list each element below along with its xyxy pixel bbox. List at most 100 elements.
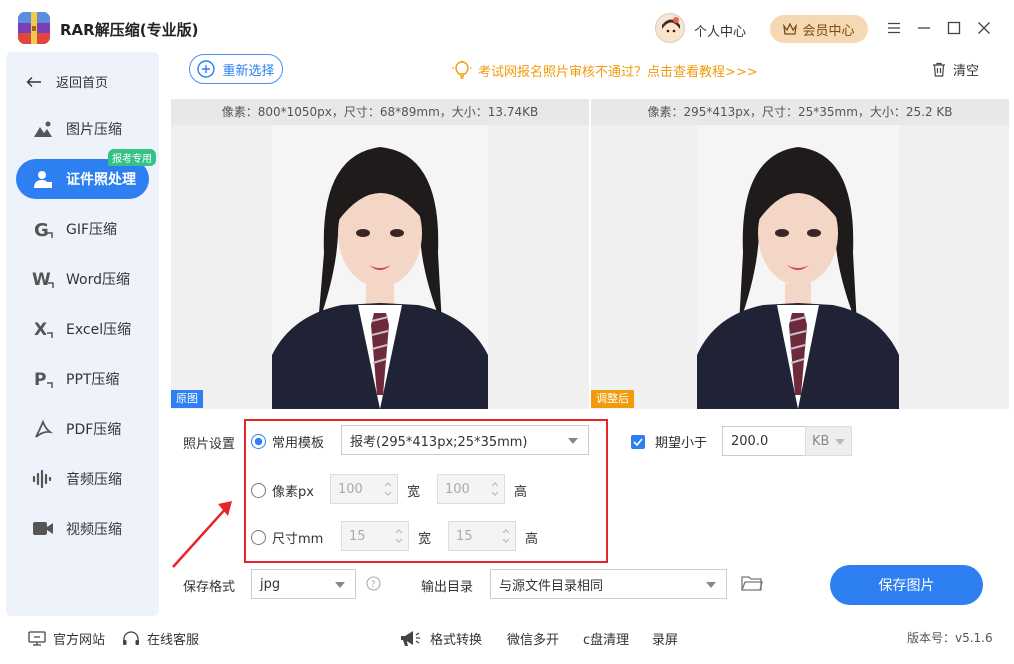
svg-text:G: G xyxy=(34,220,49,239)
sidebar-item-label: 图片压缩 xyxy=(66,122,122,138)
sidebar-item-label: 证件照处理 xyxy=(66,172,136,188)
size-height-value: 15 xyxy=(456,528,473,544)
user-center-link[interactable]: 个人中心 xyxy=(694,21,746,40)
output-dir-value: 与源文件目录相同 xyxy=(499,578,604,594)
sidebar-item-pdf-compress[interactable]: PDF压缩 xyxy=(16,409,149,449)
wechat-multi-link[interactable]: 微信多开 xyxy=(507,629,559,648)
title-bar: RAR解压缩(专业版) 个人中心 会员中心 xyxy=(0,0,1014,56)
save-format-select[interactable]: jpg xyxy=(251,569,356,599)
output-dir-select[interactable]: 与源文件目录相同 xyxy=(490,569,727,599)
size-width-value: 15 xyxy=(349,528,366,544)
stepper-arrows-icon xyxy=(384,482,392,496)
sidebar-item-label: PPT压缩 xyxy=(66,372,120,388)
vip-center-label: 会员中心 xyxy=(802,23,855,39)
pixel-radio-row[interactable]: 像素px xyxy=(251,481,314,500)
lightbulb-icon xyxy=(452,60,472,79)
menu-icon[interactable] xyxy=(884,18,904,38)
pixel-width-stepper[interactable]: 100 xyxy=(330,474,398,504)
close-icon[interactable] xyxy=(974,18,994,38)
format-convert-link[interactable]: 格式转换 xyxy=(399,629,482,648)
template-radio-row[interactable]: 常用模板 xyxy=(251,432,324,451)
c-drive-clean-link[interactable]: c盘清理 xyxy=(583,629,629,648)
output-dir-label: 输出目录 xyxy=(421,580,474,595)
height-label: 高 xyxy=(514,485,528,500)
sidebar-item-label: GIF压缩 xyxy=(66,222,118,238)
svg-text:?: ? xyxy=(371,580,376,590)
megaphone-icon xyxy=(401,630,420,646)
maximize-icon[interactable] xyxy=(944,18,964,38)
online-support-link[interactable]: 在线客服 xyxy=(122,629,199,648)
sidebar-item-gif-compress[interactable]: G GIF压缩 xyxy=(16,209,149,249)
back-home-button[interactable]: 返回首页 xyxy=(26,72,108,91)
exam-only-badge: 报考专用 xyxy=(108,149,156,166)
expect-size-value: 200.0 xyxy=(731,433,769,449)
sidebar-item-word-compress[interactable]: W Word压缩 xyxy=(16,259,149,299)
size-radio[interactable] xyxy=(251,530,266,545)
crown-icon xyxy=(783,23,798,35)
template-value: 报考(295*413px;25*35mm) xyxy=(350,434,528,450)
expect-size-label: 期望小于 xyxy=(655,436,708,451)
pixel-radio[interactable] xyxy=(251,483,266,498)
clear-label: 清空 xyxy=(953,64,980,79)
ppt-icon: P xyxy=(32,368,54,390)
expect-size-input[interactable]: 200.0 xyxy=(722,426,806,456)
size-width-stepper[interactable]: 15 xyxy=(341,521,409,551)
back-home-label: 返回首页 xyxy=(56,76,109,91)
chevron-down-icon xyxy=(335,582,345,588)
folder-icon[interactable] xyxy=(741,574,763,596)
format-convert-label: 格式转换 xyxy=(430,633,483,648)
original-tag: 原图 xyxy=(171,390,203,408)
original-meta: 像素：800*1050px，尺寸：68*89mm，大小：13.74KB xyxy=(171,99,589,125)
sidebar-item-ppt-compress[interactable]: P PPT压缩 xyxy=(16,359,149,399)
template-radio[interactable] xyxy=(251,434,266,449)
plus-circle-icon xyxy=(197,60,216,78)
sidebar-item-label: Excel压缩 xyxy=(66,322,132,338)
vip-center-button[interactable]: 会员中心 xyxy=(770,15,868,43)
red-arrow-annotation xyxy=(172,501,232,568)
image-icon xyxy=(32,118,54,140)
pixel-height-stepper[interactable]: 100 xyxy=(437,474,505,504)
arrow-left-icon xyxy=(26,76,41,87)
tutorial-notice-link[interactable]: 考试网报名照片审核不通过？点击查看教程>>> xyxy=(452,60,758,80)
word-icon: W xyxy=(32,268,54,290)
audio-wave-icon xyxy=(32,468,54,490)
main-panel: 重新选择 考试网报名照片审核不通过？点击查看教程>>> 清空 像素：800*10… xyxy=(170,52,1009,616)
adjusted-preview: 像素：295*413px，尺寸：25*35mm，大小：25.2 KB 调整后 xyxy=(591,99,1009,409)
photo-settings-label: 照片设置 xyxy=(183,437,236,452)
app-title: RAR解压缩(专业版) xyxy=(60,21,199,39)
minimize-icon[interactable] xyxy=(914,18,934,38)
help-icon[interactable]: ? xyxy=(366,576,381,595)
svg-text:X: X xyxy=(34,320,47,339)
footer: 官方网站 在线客服 格式转换 微信多开 c盘清理 录屏 版本号：v5.1.6 xyxy=(0,620,1014,656)
user-avatar[interactable] xyxy=(655,13,685,43)
svg-text:P: P xyxy=(34,370,46,389)
stepper-arrows-icon xyxy=(395,529,403,543)
sidebar-item-image-compress[interactable]: 图片压缩 xyxy=(16,109,149,149)
screen-record-link[interactable]: 录屏 xyxy=(652,629,678,648)
template-select[interactable]: 报考(295*413px;25*35mm) xyxy=(341,425,589,455)
sidebar-item-excel-compress[interactable]: X Excel压缩 xyxy=(16,309,149,349)
save-image-button[interactable]: 保存图片 xyxy=(830,565,983,605)
template-label: 常用模板 xyxy=(272,436,325,451)
pixel-width-value: 100 xyxy=(338,481,363,497)
version-label: 版本号：v5.1.6 xyxy=(907,631,993,645)
size-radio-row[interactable]: 尺寸mm xyxy=(251,528,323,547)
tutorial-notice-label: 考试网报名照片审核不通过？点击查看教程>>> xyxy=(478,64,758,80)
expect-size-checkbox-row[interactable]: 期望小于 xyxy=(631,432,707,451)
reselect-button[interactable]: 重新选择 xyxy=(189,54,283,84)
original-photo xyxy=(272,125,488,409)
width-label: 宽 xyxy=(407,485,421,500)
sidebar-item-audio-compress[interactable]: 音频压缩 xyxy=(16,459,149,499)
expect-unit-value: KB xyxy=(812,433,830,449)
clear-button[interactable]: 清空 xyxy=(932,60,979,79)
height-label: 高 xyxy=(525,532,539,547)
official-website-link[interactable]: 官方网站 xyxy=(28,629,105,648)
expect-size-checkbox[interactable] xyxy=(631,434,645,449)
expect-unit-select[interactable]: KB xyxy=(805,426,852,456)
adjusted-photo xyxy=(697,125,899,409)
reselect-label: 重新选择 xyxy=(222,63,275,79)
width-label: 宽 xyxy=(418,532,432,547)
online-support-label: 在线客服 xyxy=(147,633,200,648)
size-height-stepper[interactable]: 15 xyxy=(448,521,516,551)
sidebar-item-video-compress[interactable]: 视频压缩 xyxy=(16,509,149,549)
